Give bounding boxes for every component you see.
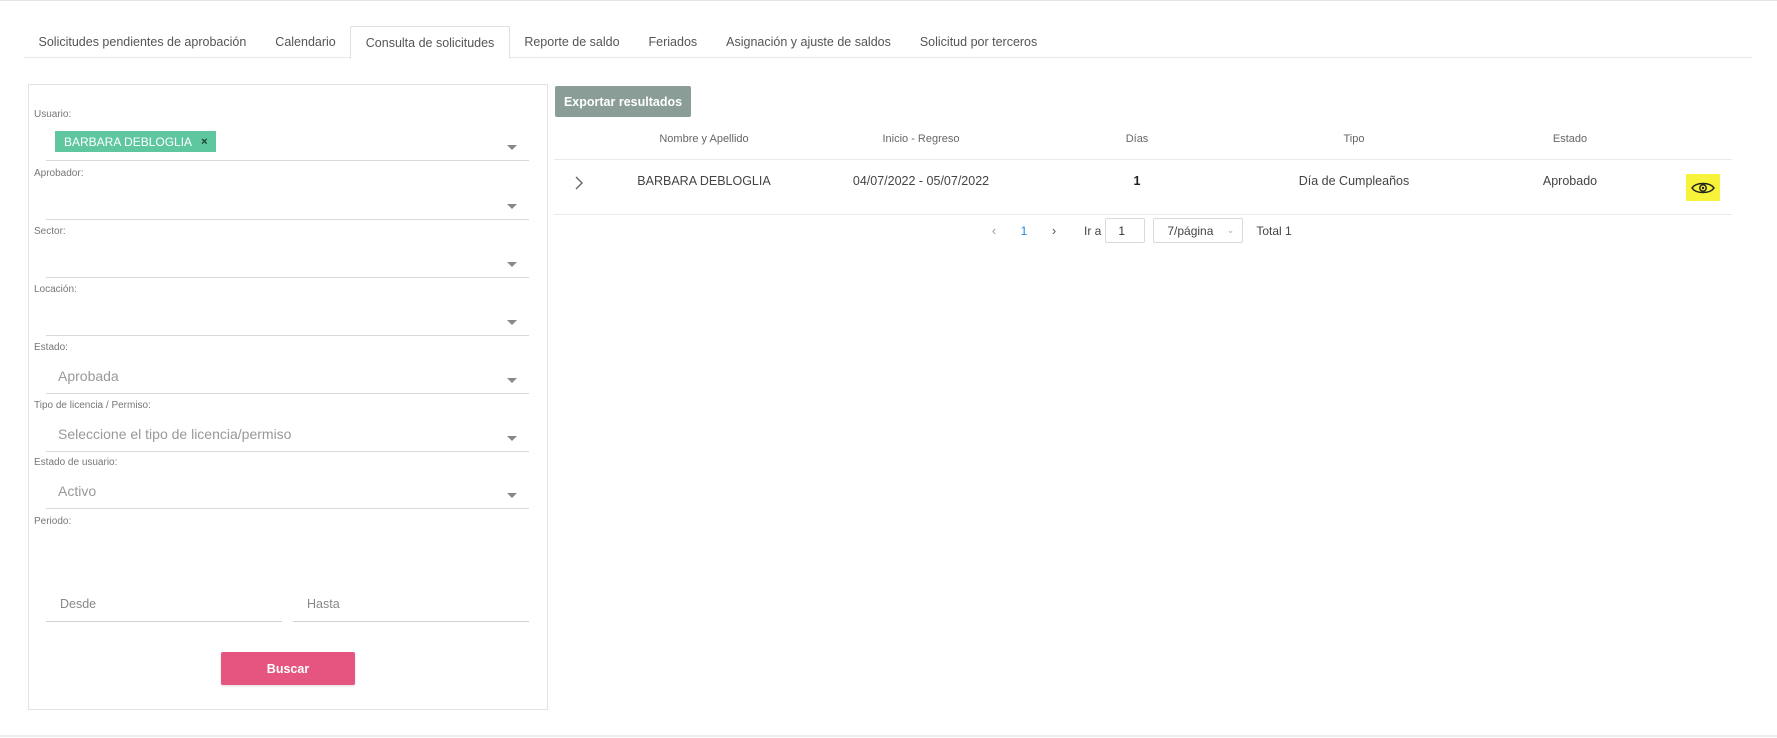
- eye-icon: [1691, 182, 1715, 193]
- tab-feriados[interactable]: Feriados: [634, 26, 712, 58]
- column-header-estado: Estado: [1552, 133, 1588, 145]
- page-number[interactable]: 1: [1008, 224, 1040, 238]
- cell-dias: 1: [1133, 174, 1141, 188]
- top-divider: [0, 0, 1777, 1]
- sector-select[interactable]: [46, 240, 529, 278]
- estado-usuario-label: Estado de usuario:: [34, 457, 118, 468]
- caret-down-icon[interactable]: [507, 378, 517, 383]
- goto-label: Ir a: [1084, 223, 1102, 238]
- total-count: Total 1: [1256, 223, 1292, 238]
- usuario-select[interactable]: BARBARA DEBLOGLIA ×: [46, 123, 529, 161]
- column-header-fechas: Inicio - Regreso: [882, 133, 960, 145]
- estado-filter: Estado: Aprobada: [34, 342, 529, 396]
- estado-usuario-filter: Estado de usuario: Activo: [34, 457, 529, 511]
- column-header-dias: Días: [1125, 133, 1149, 145]
- sector-filter: Sector:: [34, 226, 529, 280]
- aprobador-filter: Aprobador:: [34, 168, 529, 222]
- hasta-input[interactable]: [293, 586, 529, 622]
- caret-down-icon[interactable]: [507, 262, 517, 267]
- cell-nombre: BARBARA DEBLOGLIA: [637, 174, 771, 188]
- caret-down-icon[interactable]: [507, 493, 517, 498]
- usuario-label: Usuario:: [34, 109, 72, 120]
- caret-down-icon[interactable]: [507, 436, 517, 441]
- tab-solicitudes-pendientes[interactable]: Solicitudes pendientes de aprobación: [24, 26, 261, 58]
- column-header-tipo: Tipo: [1343, 133, 1365, 145]
- table-row: BARBARA DEBLOGLIA 04/07/2022 - 05/07/202…: [554, 160, 1732, 215]
- goto-page-input[interactable]: [1105, 218, 1146, 243]
- next-page-icon[interactable]: ›: [1040, 223, 1068, 238]
- filter-panel: Usuario: BARBARA DEBLOGLIA × Aprobador: …: [28, 84, 548, 710]
- locacion-select[interactable]: [46, 298, 529, 336]
- locacion-filter: Locación:: [34, 284, 529, 338]
- periodo-range: [46, 586, 529, 624]
- tab-reporte-saldo[interactable]: Reporte de saldo: [510, 26, 634, 58]
- desde-input[interactable]: [46, 586, 282, 622]
- tab-consulta-solicitudes[interactable]: Consulta de solicitudes: [350, 26, 510, 59]
- tipo-licencia-select[interactable]: Seleccione el tipo de licencia/permiso: [46, 414, 529, 452]
- tab-asignacion-ajuste[interactable]: Asignación y ajuste de saldos: [712, 26, 906, 58]
- tipo-licencia-label: Tipo de licencia / Permiso:: [34, 400, 151, 411]
- pagination: ‹ 1 › Ir a 7/página ⌄ Total 1: [980, 218, 1292, 243]
- caret-down-icon[interactable]: [507, 204, 517, 209]
- prev-page-icon[interactable]: ‹: [980, 223, 1008, 238]
- bottom-divider: [0, 735, 1777, 737]
- cell-fechas: 04/07/2022 - 05/07/2022: [852, 174, 990, 188]
- selected-user-chip: BARBARA DEBLOGLIA ×: [55, 131, 216, 152]
- estado-value: Aprobada: [58, 368, 119, 384]
- caret-down-icon[interactable]: [507, 145, 517, 150]
- periodo-label: Periodo:: [34, 516, 72, 527]
- page-size-select[interactable]: 7/página ⌄: [1153, 218, 1244, 243]
- sector-label: Sector:: [34, 226, 66, 237]
- results-table: Nombre y Apellido Inicio - Regreso Días …: [554, 126, 1732, 215]
- remove-chip-icon[interactable]: ×: [201, 136, 207, 148]
- export-results-button[interactable]: Exportar resultados: [555, 86, 691, 117]
- chevron-right-icon[interactable]: [574, 176, 584, 195]
- usuario-filter: Usuario: BARBARA DEBLOGLIA ×: [34, 109, 529, 163]
- estado-select[interactable]: Aprobada: [46, 356, 529, 394]
- search-button[interactable]: Buscar: [221, 652, 355, 685]
- cell-estado: Aprobado: [1542, 174, 1598, 188]
- estado-label: Estado:: [34, 342, 68, 353]
- caret-down-icon[interactable]: [507, 320, 517, 325]
- chip-label: BARBARA DEBLOGLIA: [64, 134, 193, 149]
- tipo-licencia-filter: Tipo de licencia / Permiso: Seleccione e…: [34, 400, 529, 454]
- column-header-nombre: Nombre y Apellido: [659, 133, 749, 145]
- tab-calendario[interactable]: Calendario: [261, 26, 350, 58]
- view-request-button[interactable]: [1686, 174, 1720, 201]
- estado-usuario-select[interactable]: Activo: [46, 471, 529, 509]
- chevron-down-icon: ⌄: [1226, 225, 1235, 235]
- page-size-value: 7/página: [1167, 223, 1214, 238]
- table-header: Nombre y Apellido Inicio - Regreso Días …: [554, 126, 1732, 160]
- aprobador-select[interactable]: [46, 182, 529, 220]
- chevron-right-icon: [575, 176, 583, 190]
- estado-usuario-value: Activo: [58, 483, 97, 499]
- tab-bar: Solicitudes pendientes de aprobación Cal…: [24, 26, 1752, 59]
- tab-solicitud-terceros[interactable]: Solicitud por terceros: [905, 26, 1051, 58]
- periodo-filter: Periodo:: [34, 516, 529, 536]
- tipo-licencia-placeholder: Seleccione el tipo de licencia/permiso: [58, 426, 292, 442]
- cell-tipo: Día de Cumpleaños: [1298, 174, 1410, 188]
- locacion-label: Locación:: [34, 284, 77, 295]
- aprobador-label: Aprobador:: [34, 168, 84, 179]
